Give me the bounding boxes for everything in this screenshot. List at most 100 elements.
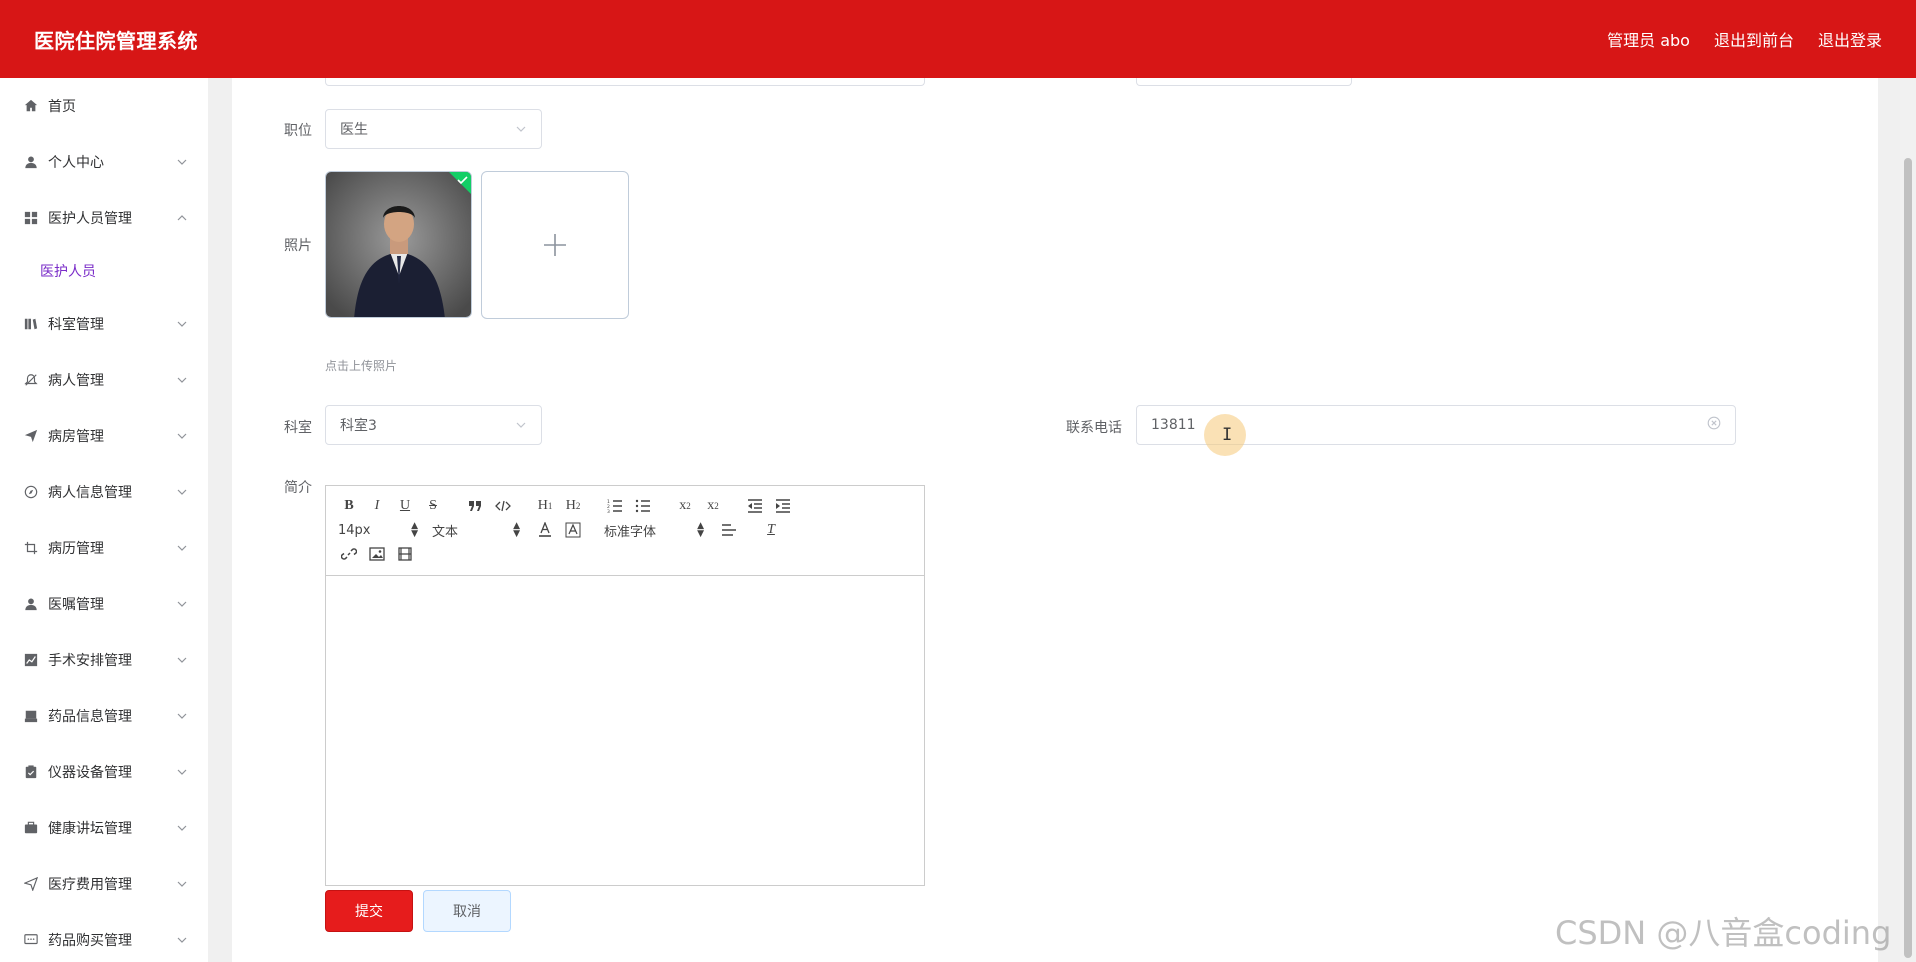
cancel-button[interactable]: 取消 [423, 890, 511, 932]
blockquote-icon[interactable] [464, 496, 486, 516]
page-scrollbar[interactable] [1900, 78, 1916, 962]
photo-label: 照片 [284, 238, 312, 254]
sidebar-item-personal-center[interactable]: 个人中心 [0, 134, 208, 190]
sidebar-item-health-forum[interactable]: 健康讲坛管理 [0, 800, 208, 856]
chart-icon [22, 651, 40, 669]
code-block-icon[interactable] [492, 496, 514, 516]
sidebar-item-department[interactable]: 科室管理 [0, 296, 208, 352]
sidebar-item-label: 病历管理 [48, 541, 104, 557]
sidebar-item-drug-info[interactable]: 药品信息管理 [0, 688, 208, 744]
doctor-photo-image [326, 172, 471, 317]
upload-add-button[interactable] [481, 171, 629, 319]
sidebar-item-medical-record[interactable]: 病历管理 [0, 520, 208, 576]
grid-icon [22, 209, 40, 227]
chevron-down-icon [176, 710, 188, 722]
clear-icon[interactable] [1707, 416, 1721, 434]
position-value: 医生 [340, 122, 368, 138]
sidebar-item-label: 医疗费用管理 [48, 877, 132, 893]
updown-icon: ▲ ▼ [411, 521, 418, 539]
inbox-icon [22, 707, 40, 725]
strike-button[interactable]: S [422, 496, 444, 516]
text-cursor-icon: I [1222, 425, 1233, 445]
sidebar-item-doctor-order[interactable]: 医嘱管理 [0, 576, 208, 632]
header-1-button[interactable]: H1 [534, 496, 556, 516]
sidebar-item-label: 手术安排管理 [48, 653, 132, 669]
link-icon[interactable] [338, 544, 360, 564]
header-2-level: 2 [575, 501, 581, 511]
bell-off-icon [22, 371, 40, 389]
sidebar-item-medical-fees[interactable]: 医疗费用管理 [0, 856, 208, 912]
chevron-down-icon [176, 542, 188, 554]
updown-icon: ▲ ▼ [697, 521, 704, 539]
user-icon [22, 153, 40, 171]
italic-button[interactable]: I [366, 496, 388, 516]
sidebar: 首页 个人中心 医护人员管理 医护人员 科室管理 病人管理 病房管理 病人信息管… [0, 78, 208, 962]
chevron-down-icon [515, 123, 527, 135]
user-icon [22, 595, 40, 613]
chevron-down-icon [176, 374, 188, 386]
bold-button[interactable]: B [338, 496, 360, 516]
sidebar-item-patient[interactable]: 病人管理 [0, 352, 208, 408]
sidebar-item-home[interactable]: 首页 [0, 78, 208, 134]
chevron-down-icon [176, 878, 188, 890]
bullet-list-icon[interactable] [632, 496, 654, 516]
location-icon [22, 875, 40, 893]
briefcase-icon [22, 819, 40, 837]
phone-label: 联系电话 [1066, 420, 1122, 436]
chevron-down-icon [176, 766, 188, 778]
ordered-list-icon[interactable]: 123 [604, 496, 626, 516]
sidebar-item-drug-purchase[interactable]: 药品购买管理 [0, 912, 208, 962]
block-type-picker[interactable]: 文本 ▲ ▼ [432, 521, 520, 540]
editor-content-area[interactable] [326, 576, 924, 884]
sidebar-item-surgery[interactable]: 手术安排管理 [0, 632, 208, 688]
sidebar-item-label: 科室管理 [48, 317, 104, 333]
chevron-down-icon [176, 486, 188, 498]
chevron-down-icon [515, 419, 527, 431]
font-size-picker[interactable]: 14px ▲ ▼ [338, 521, 418, 539]
crop-icon [22, 539, 40, 557]
underline-button[interactable]: U [394, 496, 416, 516]
header-2-button[interactable]: H2 [562, 496, 584, 516]
background-color-icon[interactable] [562, 520, 584, 540]
sidebar-item-label: 健康讲坛管理 [48, 821, 132, 837]
sidebar-item-label: 医护人员管理 [48, 211, 132, 227]
editor-toolbar: B I U S H1 H2 123 x2 x2 14px▲▼ 文本▲▼ [326, 486, 924, 576]
sidebar-item-patient-info[interactable]: 病人信息管理 [0, 464, 208, 520]
back-to-front-link[interactable]: 退出到前台 [1714, 27, 1794, 51]
sidebar-item-label: 首页 [48, 99, 76, 115]
outdent-icon[interactable] [744, 496, 766, 516]
message-icon [22, 931, 40, 949]
chevron-up-icon [176, 212, 188, 224]
sidebar-subitem-medical-staff[interactable]: 医护人员 [0, 246, 208, 296]
position-select[interactable]: 医生 [325, 109, 542, 149]
sidebar-item-medical-staff[interactable]: 医护人员管理 [0, 190, 208, 246]
video-icon[interactable] [394, 544, 416, 564]
uploaded-photo[interactable] [325, 171, 472, 318]
subscript-mark: 2 [686, 501, 691, 511]
clean-format-button[interactable]: T [760, 520, 782, 540]
admin-user-label: 管理员 abo [1607, 31, 1690, 50]
chevron-down-icon [176, 318, 188, 330]
top-header: 医院住院管理系统 管理员 abo 退出到前台 退出登录 [0, 0, 1916, 78]
superscript-button[interactable]: x2 [702, 496, 724, 516]
font-color-icon[interactable] [534, 520, 556, 540]
align-icon[interactable] [718, 520, 740, 540]
subscript-button[interactable]: x2 [674, 496, 696, 516]
subscript-letter: x [679, 498, 687, 513]
superscript-letter: x [707, 498, 715, 513]
send-icon [22, 427, 40, 445]
app-title: 医院住院管理系统 [34, 28, 198, 53]
header-1-level: 1 [547, 501, 553, 511]
scrollbar-thumb[interactable] [1904, 158, 1912, 958]
sidebar-item-ward[interactable]: 病房管理 [0, 408, 208, 464]
sidebar-item-label: 仪器设备管理 [48, 765, 132, 781]
header-2-letter: H [565, 498, 576, 513]
indent-icon[interactable] [772, 496, 794, 516]
sidebar-item-equipment[interactable]: 仪器设备管理 [0, 744, 208, 800]
submit-button[interactable]: 提交 [325, 890, 413, 932]
logout-link[interactable]: 退出登录 [1818, 27, 1882, 51]
department-select[interactable]: 科室3 [325, 405, 542, 445]
sidebar-item-label: 药品购买管理 [48, 933, 132, 949]
font-family-picker[interactable]: 标准字体 ▲ ▼ [604, 521, 704, 540]
image-icon[interactable] [366, 544, 388, 564]
